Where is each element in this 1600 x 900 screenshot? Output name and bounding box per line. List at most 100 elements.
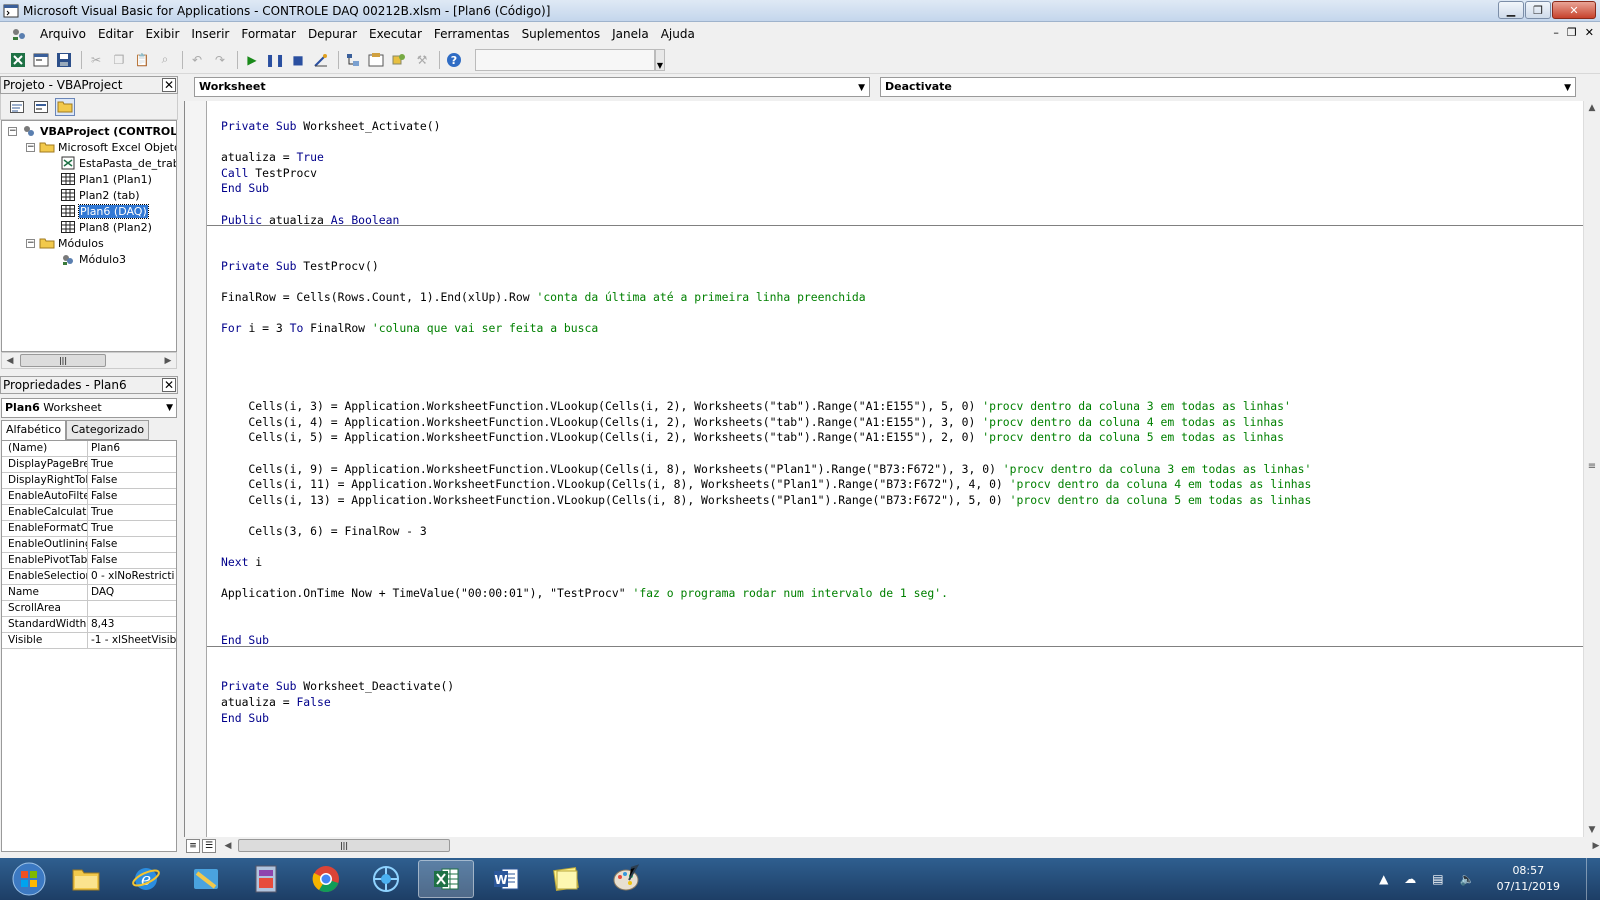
vba-menu-icon[interactable]: [10, 25, 28, 43]
network-status-icon[interactable]: ▤: [1432, 872, 1443, 886]
chevron-down-icon[interactable]: ▼: [166, 399, 173, 417]
excel-app[interactable]: [418, 860, 474, 898]
code-editor[interactable]: Private Sub Worksheet_Activate() atualiza…: [184, 101, 1583, 837]
menu-inserir[interactable]: Inserir: [185, 24, 235, 44]
project-tree-hscrollbar[interactable]: ◀ ||| ▶: [1, 352, 177, 369]
property-row[interactable]: EnableCalculationTrue: [2, 505, 176, 521]
scroll-up-icon[interactable]: ▲: [1584, 103, 1600, 113]
save-icon[interactable]: [54, 50, 74, 70]
code-line[interactable]: Cells(i, 5) = Application.WorksheetFunct…: [221, 429, 1284, 445]
scroll-thumb[interactable]: |||: [20, 354, 106, 367]
scroll-down-icon[interactable]: ▼: [1584, 825, 1600, 835]
menu-suplementos[interactable]: Suplementos: [516, 24, 607, 44]
property-value[interactable]: [88, 601, 176, 616]
code-line[interactable]: Cells(i, 11) = Application.WorksheetFunc…: [221, 476, 1311, 492]
onenote-app[interactable]: [238, 860, 294, 898]
code-line[interactable]: Cells(i, 9) = Application.WorksheetFunct…: [221, 461, 1311, 477]
chevron-down-icon[interactable]: ▼: [858, 79, 865, 97]
find-icon[interactable]: ⌕: [155, 50, 175, 70]
show-desktop-button[interactable]: [1586, 858, 1600, 900]
code-line[interactable]: FinalRow = Cells(Rows.Count, 1).End(xlUp…: [221, 289, 866, 305]
undo-icon[interactable]: ↶: [187, 50, 207, 70]
object-browser-icon[interactable]: [389, 50, 409, 70]
property-value[interactable]: 8,43: [88, 617, 176, 632]
property-value[interactable]: -1 - xlSheetVisib: [88, 633, 176, 648]
tree-node-vbaproject[interactable]: − VBAProject (CONTROLE: [8, 123, 176, 139]
code-line[interactable]: atualiza = True: [221, 149, 324, 165]
code-line[interactable]: atualiza = False: [221, 694, 331, 710]
property-value[interactable]: True: [88, 521, 176, 536]
code-vscrollbar[interactable]: ▲ ≡ ▼: [1583, 101, 1600, 837]
property-row[interactable]: DisplayPageBreakTrue: [2, 457, 176, 473]
properties-object-select[interactable]: Plan6 Worksheet ▼: [1, 398, 177, 418]
property-row[interactable]: EnableAutoFilter False: [2, 489, 176, 505]
scroll-right-icon[interactable]: ▶: [1588, 841, 1600, 851]
property-value[interactable]: False: [88, 553, 176, 568]
scroll-thumb-grip[interactable]: ≡: [1584, 461, 1600, 472]
menu-formatar[interactable]: Formatar: [235, 24, 302, 44]
property-value[interactable]: True: [88, 505, 176, 520]
tree-node-modulos[interactable]: − Módulos: [26, 235, 104, 251]
property-value[interactable]: 0 - xlNoRestricti: [88, 569, 176, 584]
menu-ferramentas[interactable]: Ferramentas: [428, 24, 516, 44]
internet-explorer-app[interactable]: e: [118, 860, 174, 898]
project-pane-close-icon[interactable]: ✕: [162, 78, 176, 92]
view-excel-icon[interactable]: [8, 50, 28, 70]
property-value[interactable]: True: [88, 457, 176, 472]
properties-window-icon[interactable]: [366, 50, 386, 70]
tree-node-plan6-selected[interactable]: Plan6 (DAQ): [60, 203, 149, 219]
property-row[interactable]: Name DAQ: [2, 585, 176, 601]
run-icon[interactable]: ▶: [242, 50, 262, 70]
tree-node-plan8[interactable]: Plan8 (Plan2): [60, 219, 152, 235]
sticky-notes-app[interactable]: [538, 860, 594, 898]
code-line[interactable]: End Sub: [221, 710, 269, 726]
tab-categorizado[interactable]: Categorizado: [66, 420, 150, 440]
full-module-view-icon[interactable]: ☰: [202, 839, 216, 853]
property-row[interactable]: EnableOutlining False: [2, 537, 176, 553]
property-value[interactable]: False: [88, 489, 176, 504]
close-button[interactable]: ✕: [1552, 1, 1596, 19]
property-row[interactable]: EnableSelection 0 - xlNoRestricti: [2, 569, 176, 585]
menu-editar[interactable]: Editar: [92, 24, 140, 44]
procedure-view-icon[interactable]: ≡: [186, 839, 200, 853]
collapse-toggle-icon[interactable]: −: [26, 142, 35, 152]
start-button[interactable]: [4, 859, 54, 899]
scroll-thumb[interactable]: |||: [238, 838, 450, 852]
code-line[interactable]: Private Sub TestProcv(): [221, 258, 379, 274]
project-explorer-icon[interactable]: [343, 50, 363, 70]
procedure-select[interactable]: Deactivate ▼: [880, 77, 1576, 97]
code-line[interactable]: Cells(i, 13) = Application.WorksheetFunc…: [221, 492, 1311, 508]
chrome-app[interactable]: [298, 860, 354, 898]
toggle-folders-icon[interactable]: [55, 97, 75, 116]
volume-icon[interactable]: 🔈: [1460, 872, 1475, 886]
paint-app[interactable]: [598, 860, 654, 898]
toolbar-options-grip[interactable]: ▼: [655, 48, 665, 71]
tree-node-excel-objects[interactable]: − Microsoft Excel Objetos: [26, 139, 176, 155]
code-line[interactable]: Cells(3, 6) = FinalRow - 3: [221, 523, 426, 539]
onedrive-sync-icon[interactable]: ☁: [1404, 872, 1416, 886]
code-line[interactable]: Private Sub Worksheet_Activate(): [221, 118, 440, 134]
code-line[interactable]: End Sub: [221, 180, 269, 196]
tree-node-modulo3[interactable]: Módulo3: [60, 251, 126, 267]
scroll-left-icon[interactable]: ◀: [220, 841, 236, 851]
menu-depurar[interactable]: Depurar: [302, 24, 363, 44]
insert-userform-icon[interactable]: [31, 50, 51, 70]
code-line[interactable]: Call TestProcv: [221, 165, 317, 181]
code-line[interactable]: Cells(i, 3) = Application.WorksheetFunct…: [221, 398, 1290, 414]
view-code-icon[interactable]: [7, 98, 27, 116]
property-row[interactable]: EnablePivotTable False: [2, 553, 176, 569]
property-row[interactable]: Visible -1 - xlSheetVisib: [2, 633, 176, 649]
chevron-down-icon[interactable]: ▼: [1564, 79, 1571, 97]
code-line[interactable]: Cells(i, 4) = Application.WorksheetFunct…: [221, 414, 1284, 430]
break-icon[interactable]: ❚❚: [265, 50, 285, 70]
tab-alfabetico[interactable]: Alfabético: [1, 420, 67, 440]
toolbox-icon[interactable]: ⚒: [412, 50, 432, 70]
code-line[interactable]: Application.OnTime Now + TimeValue("00:0…: [221, 585, 948, 601]
mdi-minimize-button[interactable]: –: [1553, 26, 1559, 39]
object-select[interactable]: Worksheet ▼: [194, 77, 870, 97]
property-row[interactable]: StandardWidth 8,43: [2, 617, 176, 633]
property-row[interactable]: DisplayRightToLefFalse: [2, 473, 176, 489]
reset-icon[interactable]: ■: [288, 50, 308, 70]
menu-janela[interactable]: Janela: [606, 24, 655, 44]
word-app[interactable]: W: [478, 860, 534, 898]
